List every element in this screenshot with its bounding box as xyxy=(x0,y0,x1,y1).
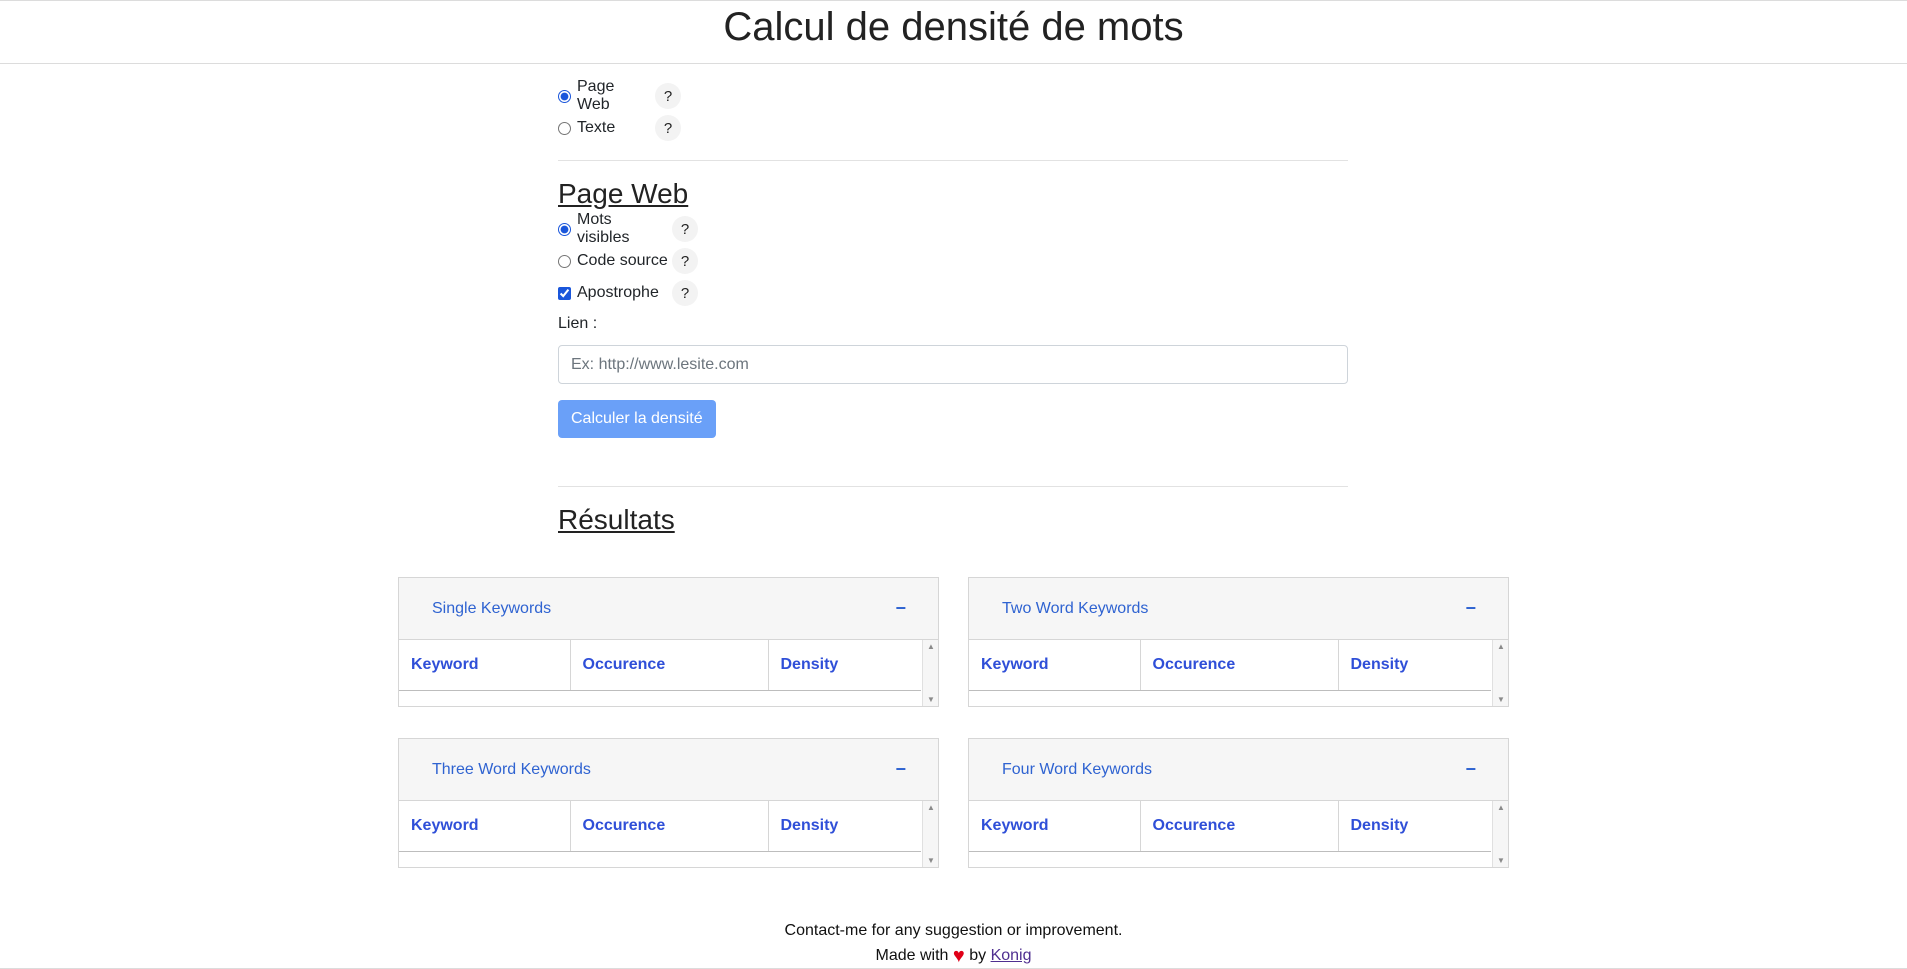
collapse-icon[interactable]: − xyxy=(895,598,906,619)
panel-two-word-keywords: Two Word Keywords − Keyword Occurence De… xyxy=(968,577,1509,707)
web-option-code-source[interactable]: Code source ? xyxy=(558,245,1348,277)
scroll-down-icon[interactable]: ▼ xyxy=(923,856,939,865)
column-keyword[interactable]: Keyword xyxy=(969,801,1141,852)
panel-header[interactable]: Four Word Keywords − xyxy=(969,739,1508,801)
collapse-icon[interactable]: − xyxy=(1465,598,1476,619)
mode-texte-label: Texte xyxy=(577,119,616,136)
column-occurence[interactable]: Occurence xyxy=(1140,640,1339,691)
scroll-down-icon[interactable]: ▼ xyxy=(923,695,939,704)
keywords-table: Keyword Occurence Density xyxy=(399,640,921,691)
mode-option-texte[interactable]: Texte ? xyxy=(558,112,1348,144)
mode-texte-radio[interactable] xyxy=(558,121,571,135)
panel-body: Keyword Occurence Density ▲ ▼ xyxy=(969,640,1508,706)
column-density[interactable]: Density xyxy=(768,640,921,691)
scroll-up-icon[interactable]: ▲ xyxy=(923,803,939,812)
section-title-page-web: Page Web xyxy=(558,178,689,209)
panel-title: Four Word Keywords xyxy=(1002,760,1152,778)
table-header-row: Keyword Occurence Density xyxy=(399,801,921,852)
scroll-up-icon[interactable]: ▲ xyxy=(1493,642,1509,651)
scroll-up-icon[interactable]: ▲ xyxy=(1493,803,1509,812)
scroll-down-icon[interactable]: ▼ xyxy=(1493,856,1509,865)
page-title: Calcul de densité de mots xyxy=(723,5,1184,49)
collapse-icon[interactable]: − xyxy=(895,759,906,780)
panel-title: Single Keywords xyxy=(432,599,552,617)
form-area: Page Web ? Texte ? Page Web Mots visible… xyxy=(558,78,1348,537)
scrollbar[interactable]: ▲ ▼ xyxy=(922,801,938,867)
column-occurence[interactable]: Occurence xyxy=(570,640,769,691)
scroll-up-icon[interactable]: ▲ xyxy=(923,642,939,651)
collapse-icon[interactable]: − xyxy=(1465,759,1476,780)
table-header-row: Keyword Occurence Density xyxy=(969,801,1491,852)
panel-four-word-keywords: Four Word Keywords − Keyword Occurence D… xyxy=(968,738,1509,868)
footer-contact: Contact-me for any suggestion or improve… xyxy=(784,922,1123,939)
help-icon[interactable]: ? xyxy=(672,248,698,274)
apostrophe-checkbox[interactable] xyxy=(558,286,571,300)
column-keyword[interactable]: Keyword xyxy=(399,801,571,852)
table-header-row: Keyword Occurence Density xyxy=(969,640,1491,691)
scrollbar[interactable]: ▲ ▼ xyxy=(1492,801,1508,867)
panel-header[interactable]: Three Word Keywords − xyxy=(399,739,938,801)
page-header: Calcul de densité de mots xyxy=(0,0,1907,64)
panel-header[interactable]: Two Word Keywords − xyxy=(969,578,1508,640)
scroll-down-icon[interactable]: ▼ xyxy=(1493,695,1509,704)
mode-page-web-radio[interactable] xyxy=(558,89,571,103)
footer-made-with: Made with xyxy=(875,947,949,964)
mots-visibles-radio[interactable] xyxy=(558,222,571,236)
panel-three-word-keywords: Three Word Keywords − Keyword Occurence … xyxy=(398,738,939,868)
help-icon[interactable]: ? xyxy=(655,115,681,141)
code-source-radio[interactable] xyxy=(558,254,571,268)
panel-title: Two Word Keywords xyxy=(1002,599,1149,617)
column-keyword[interactable]: Keyword xyxy=(399,640,571,691)
heart-icon: ♥ xyxy=(952,945,965,967)
keywords-table: Keyword Occurence Density xyxy=(969,801,1491,852)
author-link[interactable]: Konig xyxy=(991,947,1032,964)
panel-body: Keyword Occurence Density ▲ ▼ xyxy=(399,801,938,867)
link-input[interactable]: Ex: http://www.lesite.com xyxy=(558,345,1348,384)
table-header-row: Keyword Occurence Density xyxy=(399,640,921,691)
divider xyxy=(558,486,1348,487)
panel-body: Keyword Occurence Density ▲ ▼ xyxy=(399,640,938,706)
code-source-label: Code source xyxy=(577,252,668,269)
web-option-apostrophe[interactable]: Apostrophe ? xyxy=(558,277,1348,309)
panel-body: Keyword Occurence Density ▲ ▼ xyxy=(969,801,1508,867)
mots-visibles-label: Mots visibles xyxy=(577,211,630,246)
column-density[interactable]: Density xyxy=(768,801,921,852)
footer-by: by xyxy=(969,947,987,964)
divider xyxy=(558,160,1348,161)
column-keyword[interactable]: Keyword xyxy=(969,640,1141,691)
panel-title: Three Word Keywords xyxy=(432,760,591,778)
footer: Contact-me for any suggestion or improve… xyxy=(0,918,1907,969)
column-occurence[interactable]: Occurence xyxy=(570,801,769,852)
column-density[interactable]: Density xyxy=(1338,801,1491,852)
section-title-results: Résultats xyxy=(558,504,675,535)
scrollbar[interactable]: ▲ ▼ xyxy=(1492,640,1508,706)
mode-option-page-web[interactable]: Page Web ? xyxy=(558,78,1348,113)
panel-single-keywords: Single Keywords − Keyword Occurence Dens… xyxy=(398,577,939,707)
scrollbar[interactable]: ▲ ▼ xyxy=(922,640,938,706)
column-density[interactable]: Density xyxy=(1338,640,1491,691)
mode-page-web-label: Page Web xyxy=(577,78,615,113)
footer-credits: Made with ♥ by Konig xyxy=(0,943,1907,969)
keywords-table: Keyword Occurence Density xyxy=(399,801,921,852)
help-icon[interactable]: ? xyxy=(655,83,681,109)
web-option-mots-visibles[interactable]: Mots visibles ? xyxy=(558,211,1348,246)
link-label: Lien : xyxy=(558,315,598,332)
keywords-table: Keyword Occurence Density xyxy=(969,640,1491,691)
help-icon[interactable]: ? xyxy=(672,216,698,242)
help-icon[interactable]: ? xyxy=(672,280,698,306)
panel-header[interactable]: Single Keywords − xyxy=(399,578,938,640)
calculate-button[interactable]: Calculer la densité xyxy=(558,400,716,438)
apostrophe-label: Apostrophe xyxy=(577,284,659,301)
column-occurence[interactable]: Occurence xyxy=(1140,801,1339,852)
